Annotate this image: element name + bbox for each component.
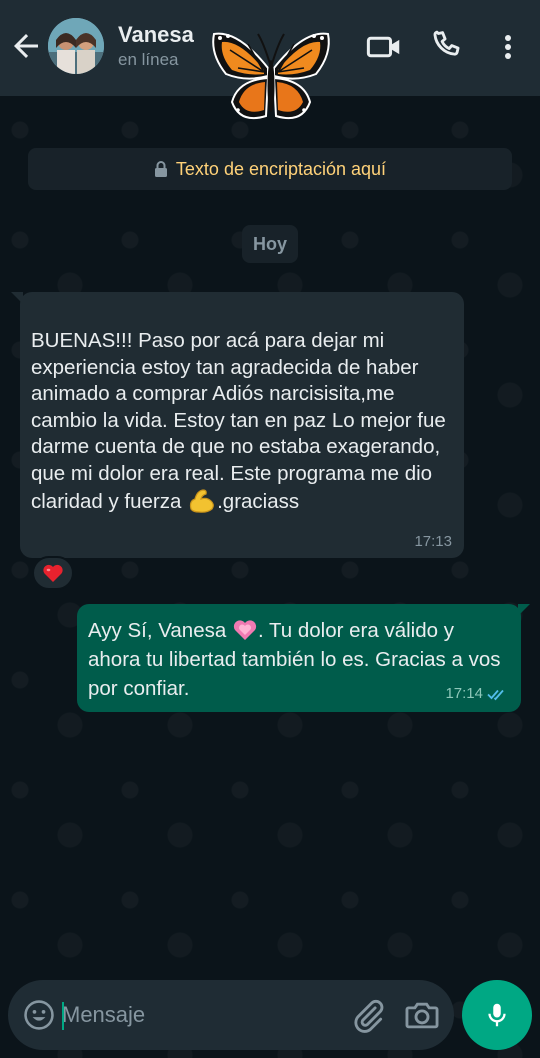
incoming-message[interactable]: BUENAS!!! Paso por acá para dejar mi exp… bbox=[11, 292, 464, 558]
camera-button[interactable] bbox=[402, 996, 442, 1034]
butterfly-sticker bbox=[208, 24, 334, 128]
contact-status: en línea bbox=[118, 50, 179, 69]
phone-icon bbox=[433, 30, 460, 56]
more-options-button[interactable] bbox=[494, 28, 522, 66]
message-text: BUENAS!!! Paso por acá para dejar mi exp… bbox=[31, 328, 456, 516]
voice-message-button[interactable] bbox=[462, 980, 532, 1050]
mic-icon bbox=[488, 1003, 506, 1027]
bubble-tail bbox=[518, 604, 530, 616]
attach-icon bbox=[354, 1000, 384, 1033]
attach-button[interactable] bbox=[348, 996, 388, 1034]
video-call-button[interactable] bbox=[366, 28, 404, 66]
encryption-notice[interactable]: Texto de encriptación aquí bbox=[28, 148, 512, 190]
emoji-button[interactable] bbox=[22, 996, 56, 1034]
back-button[interactable] bbox=[8, 28, 44, 64]
message-text-part: BUENAS!!! Paso por acá para dejar mi exp… bbox=[31, 329, 446, 513]
date-chip: Hoy bbox=[242, 225, 298, 263]
more-vert-icon bbox=[505, 35, 511, 59]
back-arrow-icon bbox=[14, 34, 38, 58]
voice-call-button[interactable] bbox=[428, 28, 466, 66]
camera-icon bbox=[405, 1002, 439, 1029]
outgoing-message[interactable]: Ayy Sí, Vanesa . Tu dolor era válido y a… bbox=[77, 604, 530, 712]
encryption-text: Texto de encriptación aquí bbox=[175, 158, 387, 179]
message-time: 17:14 bbox=[445, 685, 483, 702]
contact-name[interactable]: Vanesa bbox=[118, 22, 194, 48]
avatar-photo bbox=[48, 18, 104, 74]
lock-icon bbox=[154, 161, 167, 177]
flexed-biceps-emoji bbox=[187, 487, 217, 513]
heart-reaction-icon bbox=[43, 564, 63, 582]
contact-avatar[interactable] bbox=[48, 18, 104, 74]
message-time: 17:13 bbox=[414, 533, 452, 550]
text-cursor bbox=[62, 1002, 64, 1030]
message-text-part: Ayy Sí, Vanesa bbox=[88, 619, 232, 642]
video-call-icon bbox=[366, 36, 400, 58]
bubble-tail bbox=[11, 292, 23, 304]
chat-header: Vanesa en línea bbox=[0, 0, 540, 120]
growing-heart-emoji bbox=[232, 619, 258, 641]
emoji-icon bbox=[24, 1000, 54, 1030]
reaction-badge[interactable] bbox=[32, 556, 74, 590]
message-meta: 17:14 bbox=[445, 685, 509, 702]
message-input[interactable] bbox=[62, 994, 332, 1036]
message-text-part: .graciass bbox=[217, 490, 300, 513]
message-composer bbox=[8, 980, 454, 1050]
read-ticks-icon bbox=[487, 689, 504, 700]
